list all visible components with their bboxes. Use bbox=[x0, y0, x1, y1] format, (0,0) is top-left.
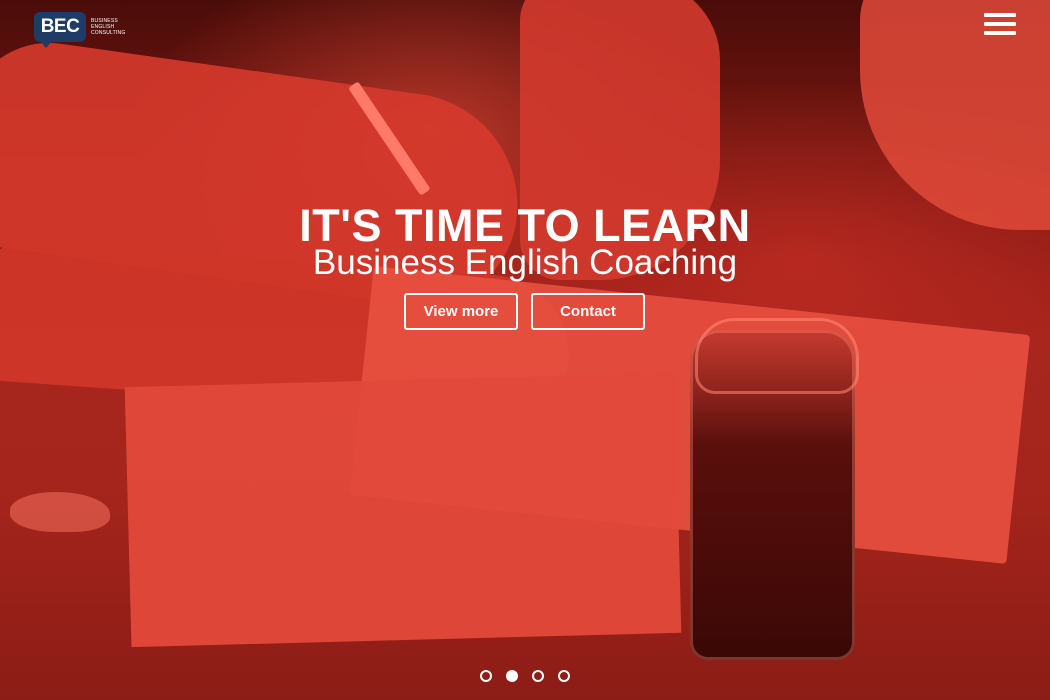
photo-paper bbox=[124, 372, 682, 648]
hero-background-image bbox=[0, 0, 1050, 700]
photo-logo-splash bbox=[10, 492, 110, 532]
contact-button[interactable]: Contact bbox=[531, 293, 645, 330]
photo-sleeve bbox=[860, 0, 1050, 230]
carousel-dot-2[interactable] bbox=[506, 670, 518, 682]
carousel-dot-3[interactable] bbox=[532, 670, 544, 682]
photo-jar-rim bbox=[695, 318, 859, 394]
logo-line-3: CONSULTING bbox=[91, 30, 126, 36]
site-logo[interactable]: BEC BUSINESS ENGLISH CONSULTING bbox=[34, 12, 125, 48]
hamburger-menu-icon[interactable] bbox=[984, 13, 1016, 35]
logo-tagline: BUSINESS ENGLISH CONSULTING bbox=[91, 18, 125, 36]
menu-bar bbox=[984, 22, 1016, 26]
view-more-button[interactable]: View more bbox=[404, 293, 518, 330]
carousel-indicators bbox=[480, 670, 570, 682]
carousel-dot-4[interactable] bbox=[558, 670, 570, 682]
logo-mark: BEC bbox=[34, 12, 86, 48]
carousel-dot-1[interactable] bbox=[480, 670, 492, 682]
hero-subtitle: Business English Coaching bbox=[312, 243, 738, 282]
menu-bar bbox=[984, 31, 1016, 35]
menu-bar bbox=[984, 13, 1016, 17]
